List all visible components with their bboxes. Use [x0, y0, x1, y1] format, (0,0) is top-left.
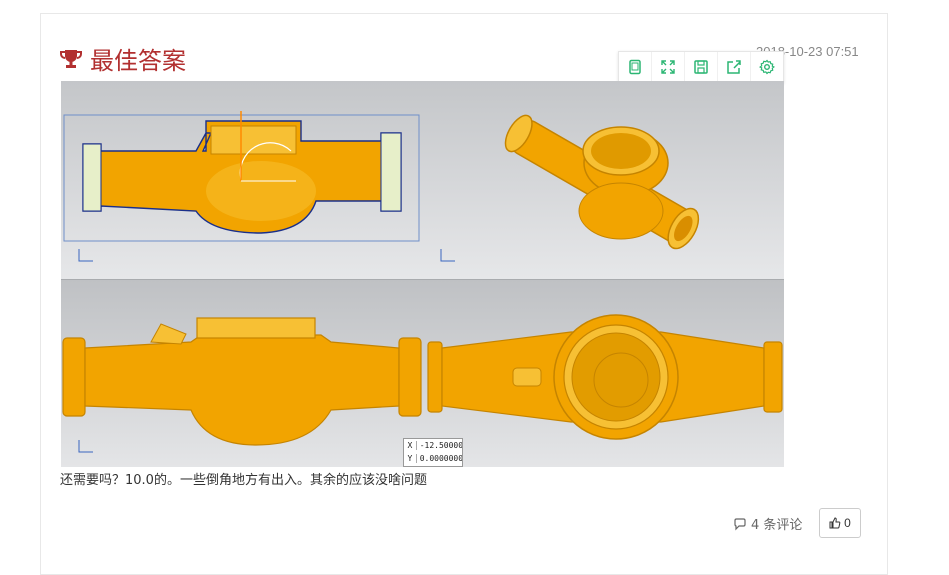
best-answer-title: 最佳答案 [90, 47, 186, 75]
fullscreen-icon [661, 60, 675, 74]
coord-y-value: 0.0000000 [419, 454, 462, 463]
comments-link[interactable]: 4 条评论 [733, 514, 802, 533]
tablet-icon [629, 59, 641, 75]
trophy-icon [60, 49, 82, 68]
comments-count-label: 4 条评论 [751, 518, 803, 533]
save-icon [694, 60, 708, 74]
coord-x-value: -12.50000 [419, 441, 462, 450]
thumbs-up-icon [829, 517, 841, 529]
coord-y-row: Y 0.0000000 [404, 452, 462, 465]
settings-icon [759, 59, 775, 75]
share-button[interactable] [718, 52, 751, 82]
meter-body-views [63, 111, 700, 262]
coordinate-readout: X -12.50000 Y 0.0000000 [403, 438, 463, 467]
settings-button[interactable] [751, 52, 783, 82]
best-answer-heading: 最佳答案 [60, 41, 186, 76]
coord-x-row: X -12.50000 [404, 439, 462, 452]
like-count: 0 [844, 516, 851, 530]
share-icon [727, 60, 741, 74]
tablet-view-button[interactable] [619, 52, 652, 82]
coord-y-label: Y [404, 454, 417, 463]
like-button[interactable]: 0 [819, 508, 861, 538]
cad-screenshot[interactable]: X -12.50000 Y 0.0000000 [61, 81, 784, 467]
comment-icon [734, 517, 746, 530]
image-toolbar [618, 51, 784, 83]
coord-x-label: X [404, 441, 417, 450]
fullscreen-button[interactable] [652, 52, 685, 82]
cad-panel-top [61, 81, 784, 279]
save-image-button[interactable] [685, 52, 718, 82]
answer-body-text: 还需要吗？10.0的。一些倒角地方有出入。其余的应该没啥问题 [60, 473, 427, 488]
